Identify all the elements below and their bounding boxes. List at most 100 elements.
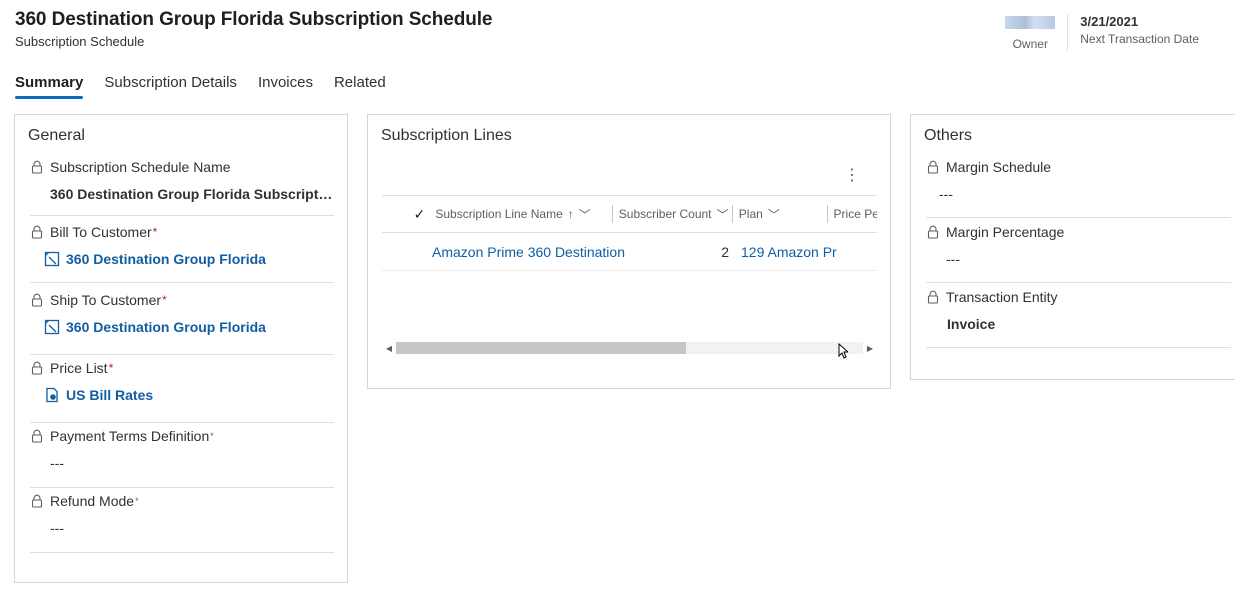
account-record-icon bbox=[44, 251, 60, 267]
record-header: 360 Destination Group Florida Subscripti… bbox=[15, 9, 492, 49]
chevron-down-icon: ﹀ bbox=[767, 207, 780, 222]
refund-mode-label-row: Refund Mode * bbox=[30, 493, 334, 509]
column-label: Plan bbox=[738, 207, 763, 221]
scroll-left-icon[interactable]: ◀ bbox=[382, 344, 396, 353]
recommended-marker: * bbox=[135, 496, 139, 506]
column-header-plan[interactable]: Plan ﹀ bbox=[733, 205, 828, 223]
scrollbar-thumb[interactable] bbox=[396, 342, 686, 354]
column-header-subscriber-count[interactable]: Subscriber Count ﹀ bbox=[613, 205, 733, 223]
ship-to-customer-label: Ship To Customer bbox=[50, 292, 162, 308]
sort-ascending-icon: ↑ bbox=[567, 207, 574, 221]
general-section: General Subscription Schedule Name 360 D… bbox=[14, 114, 348, 583]
general-section-title: General bbox=[28, 127, 85, 144]
column-label: Price Pe bbox=[833, 207, 877, 221]
record-entity-name: Subscription Schedule bbox=[15, 34, 145, 49]
owner-label: Owner bbox=[1012, 37, 1048, 51]
price-list-field: Price List * US Bill Rates bbox=[30, 360, 334, 423]
bill-to-customer-label-row: Bill To Customer * bbox=[30, 224, 334, 240]
lock-icon bbox=[927, 160, 939, 174]
lock-icon bbox=[927, 225, 939, 239]
next-transaction-date-field: 3/21/2021 Next Transaction Date bbox=[1068, 14, 1211, 51]
owner-field[interactable]: Owner bbox=[993, 14, 1069, 51]
margin-percentage-value[interactable]: --- bbox=[926, 251, 1231, 267]
payment-terms-definition-label: Payment Terms Definition bbox=[50, 428, 210, 444]
column-header-price-per[interactable]: Price Pe bbox=[828, 205, 877, 223]
price-list-value[interactable]: US Bill Rates bbox=[66, 387, 153, 403]
chevron-down-icon: ﹀ bbox=[578, 207, 591, 222]
column-header-subscription-line-name[interactable]: Subscription Line Name ↑ ﹀ bbox=[429, 205, 613, 223]
mouse-cursor-icon bbox=[838, 343, 848, 359]
tab-related[interactable]: Related bbox=[334, 74, 386, 97]
ship-to-customer-label-row: Ship To Customer * bbox=[30, 292, 334, 308]
others-section-title: Others bbox=[924, 127, 973, 144]
transaction-entity-label-row: Transaction Entity bbox=[926, 289, 1231, 305]
tab-subscription-details[interactable]: Subscription Details bbox=[104, 74, 237, 97]
ship-to-customer-field: Ship To Customer * 360 Destination Group … bbox=[30, 292, 334, 355]
subscription-schedule-name-label-row: Subscription Schedule Name bbox=[30, 159, 334, 175]
refund-mode-value[interactable]: --- bbox=[30, 520, 334, 536]
required-marker: * bbox=[108, 361, 114, 375]
price-list-icon bbox=[46, 387, 58, 403]
bill-to-customer-field: Bill To Customer * 360 Destination Group … bbox=[30, 224, 334, 283]
lock-icon bbox=[31, 361, 43, 375]
ship-to-customer-value[interactable]: 360 Destination Group Florida bbox=[66, 319, 266, 335]
chevron-down-icon: ﹀ bbox=[716, 207, 729, 222]
table-row[interactable]: Amazon Prime 360 Destination 2 129 Amazo… bbox=[382, 233, 877, 271]
tab-summary[interactable]: Summary bbox=[15, 74, 84, 99]
column-label: Subscriber Count bbox=[618, 207, 712, 221]
grid-header: ✓ Subscription Line Name ↑ ﹀ Subscriber … bbox=[382, 195, 877, 233]
payment-terms-definition-label-row: Payment Terms Definition * bbox=[30, 428, 334, 444]
recommended-marker: * bbox=[210, 431, 214, 441]
others-section: Others Margin Schedule --- Margin Percen… bbox=[910, 114, 1235, 380]
price-list-label-row: Price List * bbox=[30, 360, 334, 376]
margin-schedule-label-row: Margin Schedule bbox=[926, 159, 1231, 175]
bill-to-customer-value[interactable]: 360 Destination Group Florida bbox=[66, 251, 266, 267]
next-transaction-date-label: Next Transaction Date bbox=[1080, 32, 1199, 46]
margin-schedule-label: Margin Schedule bbox=[946, 159, 1052, 175]
plan-link[interactable]: 129 Amazon Pr bbox=[737, 244, 837, 260]
transaction-entity-value[interactable]: Invoice bbox=[926, 316, 1231, 332]
payment-terms-definition-value[interactable]: --- bbox=[30, 455, 334, 471]
margin-percentage-label: Margin Percentage bbox=[946, 224, 1065, 240]
required-marker: * bbox=[152, 225, 158, 239]
subscriber-count-cell: 2 bbox=[721, 243, 729, 260]
scrollbar-track[interactable] bbox=[396, 342, 863, 354]
lock-icon bbox=[31, 293, 43, 307]
required-marker: * bbox=[162, 293, 167, 307]
more-vertical-icon[interactable]: ⋮ bbox=[844, 165, 860, 185]
lock-icon bbox=[31, 160, 43, 174]
subscription-line-name-link[interactable]: Amazon Prime 360 Destination bbox=[382, 244, 662, 260]
scroll-right-icon[interactable]: ▶ bbox=[863, 344, 877, 353]
record-title: 360 Destination Group Florida Subscripti… bbox=[15, 9, 493, 30]
bill-to-customer-link[interactable]: 360 Destination Group Florida bbox=[30, 251, 334, 267]
owner-avatar[interactable] bbox=[1005, 16, 1056, 29]
tab-list: Summary Subscription Details Invoices Re… bbox=[15, 74, 407, 99]
subscription-schedule-name-field: Subscription Schedule Name 360 Destinati… bbox=[30, 159, 334, 216]
subscription-schedule-name-label: Subscription Schedule Name bbox=[50, 159, 231, 175]
subscription-lines-section: Subscription Lines ⋮ ✓ Subscription Line… bbox=[367, 114, 891, 389]
price-list-label: Price List bbox=[50, 360, 108, 376]
transaction-entity-label: Transaction Entity bbox=[946, 289, 1058, 305]
lock-icon bbox=[927, 290, 939, 304]
margin-percentage-label-row: Margin Percentage bbox=[926, 224, 1231, 240]
bill-to-customer-label: Bill To Customer bbox=[50, 224, 152, 240]
account-record-icon bbox=[44, 319, 60, 335]
subscription-lines-title: Subscription Lines bbox=[381, 127, 512, 144]
margin-percentage-field: Margin Percentage --- bbox=[926, 224, 1231, 283]
next-transaction-date-value: 3/21/2021 bbox=[1080, 14, 1139, 29]
lock-icon bbox=[31, 429, 43, 443]
margin-schedule-value[interactable]: --- bbox=[926, 186, 1231, 202]
margin-schedule-field: Margin Schedule --- bbox=[926, 159, 1231, 218]
horizontal-scrollbar[interactable]: ◀ ▶ bbox=[382, 341, 877, 355]
header-fields: Owner 3/21/2021 Next Transaction Date bbox=[993, 14, 1211, 51]
ship-to-customer-link[interactable]: 360 Destination Group Florida bbox=[30, 319, 334, 335]
transaction-entity-field: Transaction Entity Invoice bbox=[926, 289, 1231, 348]
payment-terms-definition-field: Payment Terms Definition * --- bbox=[30, 428, 334, 488]
price-list-link[interactable]: US Bill Rates bbox=[30, 387, 334, 403]
tab-invoices[interactable]: Invoices bbox=[258, 74, 313, 97]
lock-icon bbox=[31, 494, 43, 508]
select-all-checkmark-icon[interactable]: ✓ bbox=[382, 206, 429, 223]
subscription-schedule-name-value[interactable]: 360 Destination Group Florida Subscripti… bbox=[30, 186, 334, 202]
refund-mode-field: Refund Mode * --- bbox=[30, 493, 334, 553]
lock-icon bbox=[31, 225, 43, 239]
